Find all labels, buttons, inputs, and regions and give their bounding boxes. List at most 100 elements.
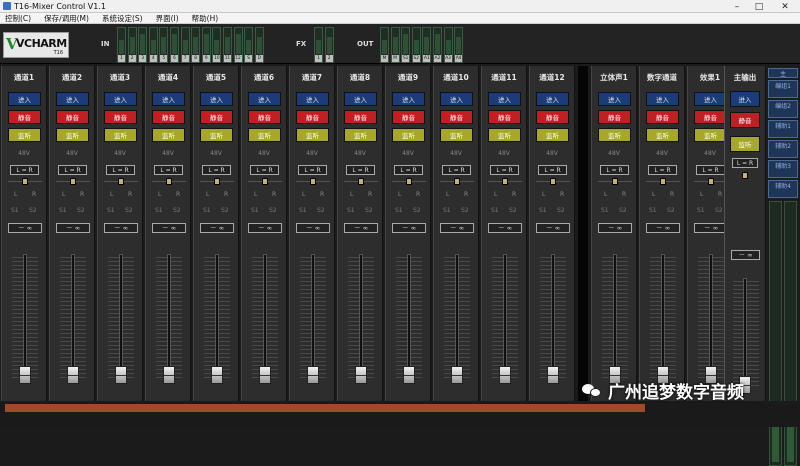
in-button[interactable]: 进入: [248, 92, 281, 106]
pan-knob[interactable]: [550, 178, 556, 185]
mute-button[interactable]: 静音: [296, 110, 329, 124]
close-icon[interactable]: ✕: [770, 0, 800, 13]
fader-handle[interactable]: [163, 366, 175, 384]
solo-button[interactable]: 监听: [694, 128, 727, 142]
solo-button[interactable]: 监听: [200, 128, 233, 142]
in-button[interactable]: 进入: [296, 92, 329, 106]
fader-handle[interactable]: [115, 366, 127, 384]
phantom-power-label[interactable]: 48V: [386, 150, 430, 157]
pan-knob[interactable]: [660, 178, 666, 185]
send1-label[interactable]: S1: [251, 207, 259, 214]
send2-label[interactable]: S2: [461, 207, 469, 214]
pan-knob[interactable]: [70, 178, 76, 185]
send2-label[interactable]: S2: [221, 207, 229, 214]
solo-button[interactable]: 监听: [248, 128, 281, 142]
send2-label[interactable]: S2: [557, 207, 565, 214]
mute-button[interactable]: 静音: [694, 110, 727, 124]
fader-handle[interactable]: [499, 366, 511, 384]
bus-item[interactable]: 辅助2: [768, 140, 798, 158]
bus-item[interactable]: 主: [768, 68, 798, 78]
mute-button[interactable]: 静音: [200, 110, 233, 124]
pan-knob[interactable]: [118, 178, 124, 185]
send1-label[interactable]: S1: [347, 207, 355, 214]
mute-button[interactable]: 静音: [152, 110, 185, 124]
link-button[interactable]: L = R: [154, 165, 183, 175]
solo-button[interactable]: 监听: [296, 128, 329, 142]
in-button[interactable]: 进入: [488, 92, 521, 106]
phantom-power-label[interactable]: 48V: [338, 150, 382, 157]
bus-item[interactable]: 辅助4: [768, 180, 798, 198]
menu-save-recall[interactable]: 保存/调用(M): [39, 13, 97, 24]
phantom-power-label[interactable]: 48V: [98, 150, 142, 157]
in-button[interactable]: 进入: [56, 92, 89, 106]
send2-label[interactable]: S2: [365, 207, 373, 214]
solo-button[interactable]: 监听: [104, 128, 137, 142]
mute-button[interactable]: 静音: [104, 110, 137, 124]
send1-label[interactable]: S1: [395, 207, 403, 214]
pan-knob[interactable]: [166, 178, 172, 185]
link-button[interactable]: L = R: [490, 165, 519, 175]
phantom-power-label[interactable]: 48V: [482, 150, 526, 157]
menu-help[interactable]: 帮助(H): [187, 13, 227, 24]
send1-label[interactable]: S1: [59, 207, 67, 214]
master-link-button[interactable]: L = R: [732, 158, 758, 168]
phantom-power-label[interactable]: 48V: [2, 150, 46, 157]
fader-handle[interactable]: [451, 366, 463, 384]
pan-knob[interactable]: [708, 178, 714, 185]
link-button[interactable]: L = R: [394, 165, 423, 175]
phantom-power-label[interactable]: 48V: [434, 150, 478, 157]
pan-knob[interactable]: [214, 178, 220, 185]
send2-label[interactable]: S2: [667, 207, 675, 214]
pan-knob[interactable]: [262, 178, 268, 185]
send2-label[interactable]: S2: [77, 207, 85, 214]
send1-label[interactable]: S1: [107, 207, 115, 214]
send2-label[interactable]: S2: [317, 207, 325, 214]
send1-label[interactable]: S1: [697, 207, 705, 214]
bus-item[interactable]: 编组1: [768, 80, 798, 98]
minimize-icon[interactable]: –: [726, 0, 748, 13]
send1-label[interactable]: S1: [203, 207, 211, 214]
send1-label[interactable]: S1: [299, 207, 307, 214]
mute-button[interactable]: 静音: [646, 110, 679, 124]
fader-handle[interactable]: [259, 366, 271, 384]
pan-knob[interactable]: [310, 178, 316, 185]
link-button[interactable]: L = R: [346, 165, 375, 175]
send1-label[interactable]: S1: [539, 207, 547, 214]
fader-handle[interactable]: [403, 366, 415, 384]
phantom-power-label[interactable]: 48V: [146, 150, 190, 157]
fader-handle[interactable]: [547, 366, 559, 384]
link-button[interactable]: L = R: [648, 165, 677, 175]
send2-label[interactable]: S2: [173, 207, 181, 214]
send1-label[interactable]: S1: [491, 207, 499, 214]
link-button[interactable]: L = R: [600, 165, 629, 175]
bus-item[interactable]: 辅助3: [768, 160, 798, 178]
in-button[interactable]: 进入: [104, 92, 137, 106]
send1-label[interactable]: S1: [649, 207, 657, 214]
send1-label[interactable]: S1: [443, 207, 451, 214]
send2-label[interactable]: S2: [125, 207, 133, 214]
pan-knob[interactable]: [502, 178, 508, 185]
pan-knob[interactable]: [454, 178, 460, 185]
mute-button[interactable]: 静音: [536, 110, 569, 124]
pan-knob[interactable]: [358, 178, 364, 185]
pan-knob[interactable]: [406, 178, 412, 185]
send1-label[interactable]: S1: [155, 207, 163, 214]
in-button[interactable]: 进入: [536, 92, 569, 106]
phantom-power-label[interactable]: 48V: [50, 150, 94, 157]
phantom-power-label[interactable]: 48V: [290, 150, 334, 157]
in-button[interactable]: 进入: [344, 92, 377, 106]
phantom-power-label[interactable]: 48V: [530, 150, 574, 157]
link-button[interactable]: L = R: [58, 165, 87, 175]
pan-knob[interactable]: [22, 178, 28, 185]
mute-button[interactable]: 静音: [488, 110, 521, 124]
mute-button[interactable]: 静音: [8, 110, 41, 124]
send2-label[interactable]: S2: [413, 207, 421, 214]
fader-handle[interactable]: [211, 366, 223, 384]
solo-button[interactable]: 监听: [56, 128, 89, 142]
in-button[interactable]: 进入: [646, 92, 679, 106]
in-button[interactable]: 进入: [694, 92, 727, 106]
mute-button[interactable]: 静音: [392, 110, 425, 124]
mute-button[interactable]: 静音: [598, 110, 631, 124]
send2-label[interactable]: S2: [619, 207, 627, 214]
solo-button[interactable]: 监听: [8, 128, 41, 142]
